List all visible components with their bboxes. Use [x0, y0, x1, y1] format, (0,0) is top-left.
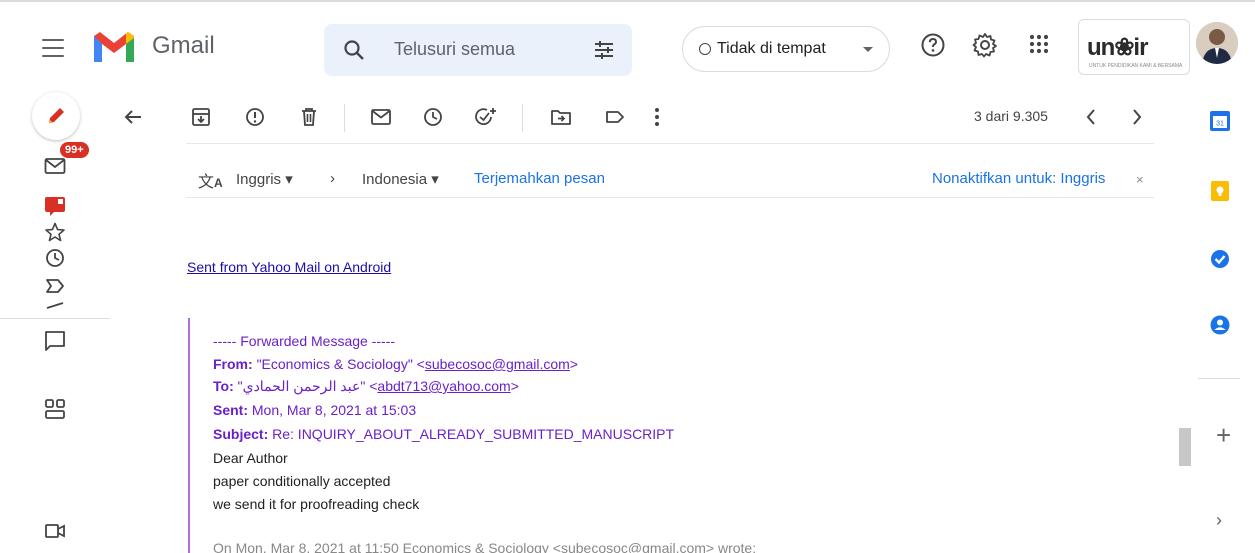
- translate-direction-chevron-icon: ›: [330, 170, 335, 187]
- subject-value: Re: INQUIRY_ABOUT_ALREADY_SUBMITTED_MANU…: [272, 426, 675, 442]
- next-chevron-icon[interactable]: [1128, 106, 1146, 128]
- body-line: Dear Author: [213, 450, 288, 466]
- snooze-clock-icon[interactable]: [422, 106, 444, 128]
- org-logo-text: un❀ir: [1087, 34, 1148, 61]
- star-icon[interactable]: [44, 222, 66, 242]
- body-line: paper conditionally accepted: [213, 473, 391, 489]
- from-close: >: [569, 356, 578, 372]
- rail-divider: [0, 318, 110, 319]
- account-avatar[interactable]: [1196, 22, 1238, 64]
- scrollbar-thumb[interactable]: [1179, 428, 1191, 466]
- contacts-icon[interactable]: [1209, 314, 1231, 336]
- more-options-icon[interactable]: [652, 106, 662, 128]
- to-close: >: [510, 378, 519, 394]
- avatar-person-icon: [1196, 22, 1238, 64]
- inbox-mail-icon[interactable]: [44, 156, 66, 176]
- settings-gear-icon[interactable]: [972, 32, 998, 58]
- forward-to-line: To: "عبد الرحمن الحمادي" <abdt713@yahoo.…: [213, 378, 519, 395]
- forward-subject-line: Subject: Re: INQUIRY_ABOUT_ALREADY_SUBMI…: [213, 426, 674, 442]
- sent-value: Mon, Mar 8, 2021 at 15:03: [251, 402, 417, 418]
- archive-icon[interactable]: [190, 106, 212, 128]
- label-tag-icon[interactable]: [604, 106, 626, 128]
- translate-bar: 文A Inggris ▾ › Indonesia ▾ Terjemahkan p…: [186, 160, 1154, 198]
- source-language-selector[interactable]: Inggris ▾: [236, 170, 293, 188]
- right-rail-divider: [1198, 378, 1240, 379]
- sent-arrow-icon[interactable]: [44, 300, 66, 310]
- message-top-divider: [186, 143, 1154, 144]
- search-input[interactable]: Telusuri semua: [394, 39, 515, 60]
- forward-from-line: From: "Economics & Sociology" <subecosoc…: [213, 356, 578, 372]
- status-dot-icon: [699, 43, 711, 55]
- delete-trash-icon[interactable]: [298, 106, 320, 128]
- org-logo-subtext: UNTUK PENDIDIKAN KAMI & BERSAMA: [1089, 63, 1183, 69]
- report-spam-icon[interactable]: [244, 106, 266, 128]
- top-bar: Gmail Telusuri semua Tidak di tempat un❀…: [0, 0, 1255, 86]
- main-menu-button[interactable]: [40, 36, 66, 60]
- toolbar-separator: [344, 104, 345, 132]
- status-label: Tidak di tempat: [717, 40, 826, 57]
- help-icon[interactable]: [920, 32, 946, 58]
- expand-panel-chevron-icon[interactable]: ›: [1216, 510, 1222, 531]
- get-addons-plus-icon[interactable]: +: [1216, 420, 1231, 451]
- toolbar-separator: [522, 104, 523, 132]
- spaces-icon[interactable]: [44, 398, 66, 420]
- disable-translation-link[interactable]: Nonaktifkan untuk: Inggris: [932, 170, 1105, 187]
- apps-grid-icon[interactable]: [1027, 32, 1051, 56]
- from-label: From:: [213, 356, 253, 372]
- quoted-reply-line: On Mon, Mar 8, 2021 at 11:50 Economics &…: [213, 540, 757, 553]
- sent-label: Sent:: [213, 402, 248, 418]
- source-language: Inggris: [236, 171, 282, 188]
- pencil-icon: [49, 108, 64, 123]
- inbox-unread-badge: 99+: [60, 142, 89, 158]
- caret-down-icon: [863, 47, 873, 52]
- add-task-icon[interactable]: [474, 106, 498, 128]
- clock-snoozed-icon[interactable]: [44, 248, 66, 268]
- move-to-folder-icon[interactable]: [550, 106, 572, 128]
- search-icon[interactable]: [342, 38, 366, 62]
- previous-chevron-icon[interactable]: [1082, 106, 1100, 128]
- status-selector[interactable]: Tidak di tempat: [682, 26, 890, 72]
- app-name[interactable]: Gmail: [152, 32, 215, 60]
- keep-notes-icon[interactable]: [1209, 180, 1231, 202]
- chat-icon[interactable]: [44, 330, 66, 352]
- translate-message-link[interactable]: Terjemahkan pesan: [474, 170, 605, 187]
- gmail-logo-icon[interactable]: [92, 30, 136, 64]
- message-pager-count: 3 dari 9.305: [974, 108, 1048, 124]
- forward-sent-line: Sent: Mon, Mar 8, 2021 at 15:03: [213, 402, 416, 418]
- to-name: "عبد الرحمن الحمادي" <: [237, 378, 378, 394]
- from-email-link[interactable]: subecosoc@gmail.com: [425, 356, 570, 372]
- tasks-icon[interactable]: [1209, 248, 1231, 270]
- svg-text:31: 31: [1216, 121, 1224, 128]
- to-label: To:: [213, 378, 234, 394]
- meet-video-icon[interactable]: [44, 520, 66, 542]
- translate-icon: 文A: [198, 174, 223, 191]
- target-language: Indonesia: [362, 171, 428, 188]
- subject-label: Subject:: [213, 426, 269, 442]
- mark-unread-mail-icon[interactable]: [370, 106, 392, 128]
- from-name: "Economics & Sociology" <: [256, 356, 425, 372]
- close-translate-icon[interactable]: ×: [1136, 172, 1144, 187]
- search-bar[interactable]: Telusuri semua: [324, 24, 632, 76]
- body-line: we send it for proofreading check: [213, 496, 420, 512]
- compose-button[interactable]: [32, 92, 80, 140]
- to-email-link[interactable]: abdt713@yahoo.com: [377, 378, 510, 394]
- yahoo-signature-link[interactable]: Sent from Yahoo Mail on Android: [187, 259, 391, 275]
- target-language-selector[interactable]: Indonesia ▾: [362, 170, 439, 188]
- organization-logo[interactable]: un❀ir UNTUK PENDIDIKAN KAMI & BERSAMA: [1078, 19, 1190, 75]
- back-arrow-icon[interactable]: [122, 106, 144, 128]
- calendar-icon[interactable]: 31: [1209, 110, 1231, 132]
- search-options-icon[interactable]: [592, 38, 616, 62]
- forward-header: ----- Forwarded Message -----: [213, 333, 396, 349]
- starred-inbox-icon[interactable]: [44, 196, 66, 216]
- quote-border: [188, 318, 190, 553]
- important-label-icon[interactable]: [44, 276, 66, 296]
